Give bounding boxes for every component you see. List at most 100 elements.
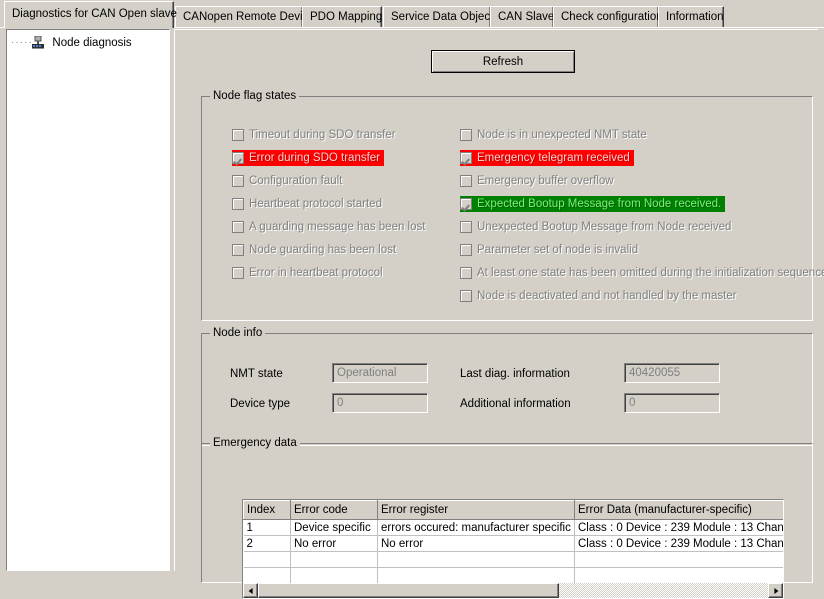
checkbox-label: Expected Bootup Message from Node receiv…	[477, 197, 725, 211]
table-cell: Class : 0 Device : 239 Module : 13 Chann…	[575, 520, 785, 536]
table-cell	[378, 568, 575, 584]
checkbox-label: Timeout during SDO transfer	[249, 128, 396, 142]
checkbox-icon[interactable]	[232, 244, 244, 256]
scroll-right-button[interactable]	[768, 583, 783, 598]
node-info-title: Node info	[210, 327, 265, 339]
additional-information-label: Additional information	[460, 398, 571, 410]
node-flag-right-5[interactable]: Unexpected Bootup Message from Node rece…	[460, 219, 731, 235]
additional-information-field[interactable]: 0	[624, 393, 720, 413]
node-flag-left-5[interactable]: A guarding message has been lost	[232, 219, 425, 235]
checkbox-icon[interactable]	[460, 198, 472, 210]
node-flag-left-4[interactable]: Heartbeat protocol started	[232, 196, 382, 212]
table-cell: Class : 0 Device : 239 Module : 13 Chann…	[575, 536, 785, 552]
checkbox-icon[interactable]	[232, 152, 244, 164]
column-header-error-code[interactable]: Error code	[291, 501, 378, 520]
tab-can-slave[interactable]: CAN Slave	[490, 6, 554, 27]
checkbox-label: At least one state has been omitted duri…	[477, 266, 824, 280]
checkbox-label: Node guarding has been lost	[249, 243, 396, 257]
table-row[interactable]: 1Device specificerrors occured: manufact…	[244, 520, 785, 536]
checkbox-icon[interactable]	[460, 221, 472, 233]
table-cell: No error	[291, 536, 378, 552]
emergency-data-title: Emergency data	[210, 437, 300, 449]
scroll-left-button[interactable]	[243, 583, 258, 598]
last-diag-information-label: Last diag. information	[460, 368, 570, 380]
tab-service-data-object[interactable]: Service Data Object	[383, 6, 491, 27]
arrow-right-icon	[774, 588, 778, 594]
table-cell: 1	[244, 520, 291, 536]
checkbox-icon[interactable]	[232, 175, 244, 187]
table-cell	[575, 552, 785, 568]
checkbox-icon[interactable]	[460, 244, 472, 256]
node-flag-right-3[interactable]: Emergency buffer overflow	[460, 173, 614, 189]
node-flag-right-4[interactable]: Expected Bootup Message from Node receiv…	[460, 196, 725, 212]
checkbox-icon[interactable]	[460, 175, 472, 187]
node-flag-right-7[interactable]: At least one state has been omitted duri…	[460, 265, 824, 281]
scrollbar-track[interactable]	[258, 583, 768, 598]
arrow-left-icon	[248, 588, 252, 594]
node-flag-left-3[interactable]: Configuration fault	[232, 173, 342, 189]
checkbox-icon[interactable]	[460, 129, 472, 141]
table-cell	[244, 552, 291, 568]
node-flag-left-7[interactable]: Error in heartbeat protocol	[232, 265, 383, 281]
checkbox-icon[interactable]	[460, 290, 472, 302]
node-flag-left-2[interactable]: Error during SDO transfer	[232, 150, 384, 166]
device-type-label: Device type	[230, 398, 290, 410]
last-diag-information-field[interactable]: 40420055	[624, 363, 720, 383]
table-cell	[378, 552, 575, 568]
checkbox-label: Node is deactivated and not handled by t…	[477, 289, 737, 303]
table-cell: 2	[244, 536, 291, 552]
tab-canopen-remote-device[interactable]: CANopen Remote Device	[175, 6, 303, 27]
checkbox-icon[interactable]	[232, 221, 244, 233]
table-row[interactable]: 2No errorNo errorClass : 0 Device : 239 …	[244, 536, 785, 552]
table-row[interactable]	[244, 568, 785, 584]
column-header-error-data[interactable]: Error Data (manufacturer-specific)	[575, 501, 785, 520]
column-header-index[interactable]: Index	[244, 501, 291, 520]
tab-information[interactable]: Information	[658, 6, 724, 27]
checkbox-icon[interactable]	[460, 267, 472, 279]
node-info-group: Node info NMT state Operational Device t…	[201, 333, 813, 446]
node-flag-right-1[interactable]: Node is in unexpected NMT state	[460, 127, 647, 143]
table-cell: Device specific	[291, 520, 378, 536]
node-flag-left-6[interactable]: Node guarding has been lost	[232, 242, 396, 258]
checkbox-label: Configuration fault	[249, 174, 342, 188]
horizontal-scrollbar[interactable]	[243, 583, 783, 598]
checkbox-label: Node is in unexpected NMT state	[477, 128, 647, 142]
table-cell: errors occured: manufacturer specific	[378, 520, 575, 536]
navigation-tree-panel[interactable]: ····· Node diagnosis	[6, 29, 170, 571]
checkbox-icon[interactable]	[232, 198, 244, 210]
tree-item-node-diagnosis[interactable]: ····· Node diagnosis	[7, 34, 169, 52]
checkbox-icon[interactable]	[460, 152, 472, 164]
column-header-error-register[interactable]: Error register	[378, 501, 575, 520]
device-node-icon	[30, 36, 46, 50]
diagnostics-panel: Refresh Node flag states Timeout during …	[174, 29, 818, 571]
nmt-state-label: NMT state	[230, 368, 283, 380]
nmt-state-field[interactable]: Operational	[332, 363, 428, 383]
node-flag-right-2[interactable]: Emergency telegram received	[460, 150, 634, 166]
tree-connector-icon: ·····	[11, 34, 27, 52]
checkbox-icon[interactable]	[232, 129, 244, 141]
node-flag-right-6[interactable]: Parameter set of node is invalid	[460, 242, 638, 258]
node-flag-right-8[interactable]: Node is deactivated and not handled by t…	[460, 288, 737, 304]
emergency-data-table-container[interactable]: Index Error code Error register Error Da…	[242, 499, 784, 599]
device-type-field[interactable]: 0	[332, 393, 428, 413]
table-cell	[291, 568, 378, 584]
refresh-button[interactable]: Refresh	[431, 50, 575, 73]
table-cell	[244, 568, 291, 584]
checkbox-icon[interactable]	[232, 267, 244, 279]
tab-check-configuration[interactable]: Check configuration	[553, 6, 659, 27]
scrollbar-thumb[interactable]	[258, 583, 559, 598]
tab-diagnostics-for-can-open-slave[interactable]: Diagnostics for CAN Open slave	[4, 1, 174, 28]
checkbox-label: Error during SDO transfer	[249, 151, 384, 165]
table-cell: No error	[378, 536, 575, 552]
checkbox-label: Emergency telegram received	[477, 151, 634, 165]
tab-pdo-mapping[interactable]: PDO Mapping	[302, 6, 382, 27]
checkbox-label: Heartbeat protocol started	[249, 197, 382, 211]
table-cell	[575, 568, 785, 584]
table-row[interactable]	[244, 552, 785, 568]
checkbox-label: Unexpected Bootup Message from Node rece…	[477, 220, 731, 234]
node-flag-left-1[interactable]: Timeout during SDO transfer	[232, 127, 396, 143]
checkbox-label: A guarding message has been lost	[249, 220, 425, 234]
checkbox-label: Emergency buffer overflow	[477, 174, 614, 188]
node-flag-states-title: Node flag states	[210, 90, 299, 102]
table-header-row: Index Error code Error register Error Da…	[244, 501, 785, 520]
